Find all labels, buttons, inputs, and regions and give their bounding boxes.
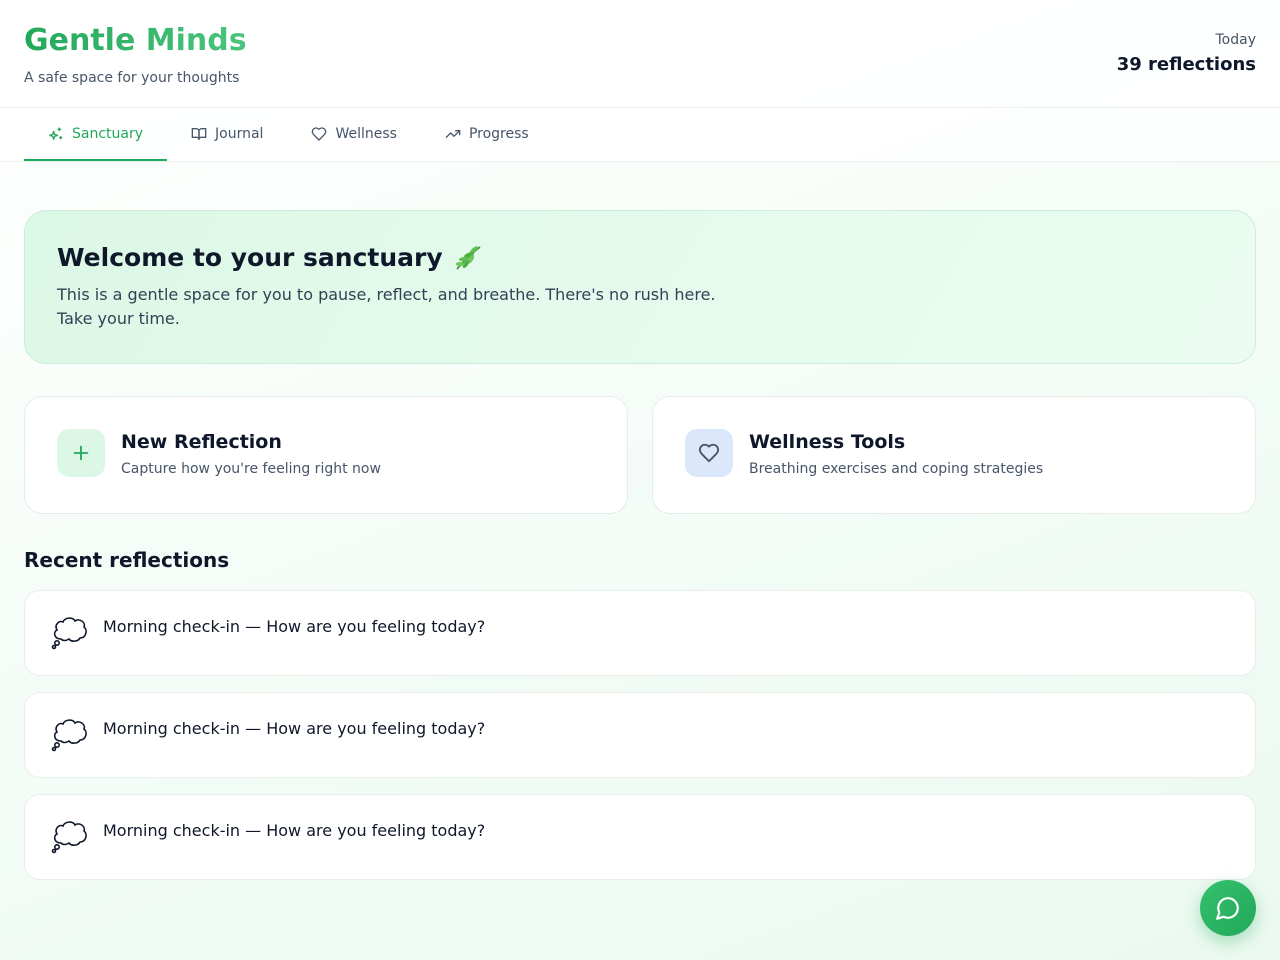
quick-actions: New Reflection Capture how you're feelin…	[24, 396, 1256, 514]
welcome-banner: Welcome to your sanctuary This is a gent…	[24, 210, 1256, 364]
card-title: New Reflection	[121, 431, 282, 453]
tab-sanctuary[interactable]: Sanctuary	[24, 108, 168, 161]
chat-bubble-icon	[1216, 897, 1239, 920]
card-title: Wellness Tools	[749, 431, 906, 453]
welcome-heading: Welcome to your sanctuary	[57, 243, 1223, 273]
tab-label: Wellness	[335, 125, 397, 142]
recent-reflections-list: Morning check-in — How are you feeling t…	[24, 590, 1256, 880]
reflection-text: Morning check-in — How are you feeling t…	[103, 719, 486, 738]
tab-label: Journal	[215, 125, 264, 142]
tab-progress[interactable]: Progress	[421, 108, 553, 161]
leaf-icon	[455, 246, 481, 270]
chat-button[interactable]	[1200, 880, 1256, 936]
welcome-title: Welcome to your sanctuary	[57, 243, 443, 272]
card-description: Breathing exercises and coping strategie…	[749, 461, 1044, 477]
thought-bubble-icon	[51, 719, 87, 752]
heart-icon	[698, 443, 720, 463]
reflection-item[interactable]: Morning check-in — How are you feeling t…	[24, 794, 1256, 880]
card-description: Capture how you're feeling right now	[121, 461, 381, 477]
tab-wellness[interactable]: Wellness	[287, 108, 421, 161]
recent-reflections-heading: Recent reflections	[24, 548, 230, 572]
plus-icon	[73, 445, 89, 461]
app-title: Gentle Minds	[24, 23, 247, 58]
reflection-text: Morning check-in — How are you feeling t…	[103, 617, 486, 636]
wellness-tools-card[interactable]: Wellness Tools Breathing exercises and c…	[652, 396, 1256, 514]
app-subtitle: A safe space for your thoughts	[24, 70, 240, 86]
reflection-text: Morning check-in — How are you feeling t…	[103, 821, 486, 840]
heart-icon	[312, 126, 327, 141]
main-content: Welcome to your sanctuary This is a gent…	[0, 162, 1280, 880]
card-body: Wellness Tools Breathing exercises and c…	[749, 429, 1043, 477]
stats-label: Today	[1215, 32, 1257, 48]
thought-bubble-icon	[51, 617, 87, 650]
tab-journal[interactable]: Journal	[167, 108, 287, 161]
wellness-tools-icon-box	[685, 429, 733, 477]
book-open-icon	[191, 127, 207, 140]
today-stats: Today 39 reflections	[1117, 24, 1256, 75]
tab-label: Sanctuary	[72, 125, 144, 142]
tab-bar: Sanctuary Journal Wellness Progress	[0, 108, 1280, 162]
welcome-text: This is a gentle space for you to pause,…	[57, 285, 716, 328]
brand: Gentle Minds A safe space for your thoug…	[24, 23, 247, 87]
reflection-count: 39 reflections	[1116, 54, 1256, 75]
trending-up-icon	[445, 129, 461, 138]
app-header: Gentle Minds A safe space for your thoug…	[0, 0, 1280, 108]
tab-label: Progress	[468, 125, 529, 142]
sparkles-icon	[49, 126, 63, 140]
new-reflection-card[interactable]: New Reflection Capture how you're feelin…	[24, 396, 628, 514]
new-reflection-icon-box	[57, 429, 105, 477]
reflection-item[interactable]: Morning check-in — How are you feeling t…	[24, 692, 1256, 778]
reflection-item[interactable]: Morning check-in — How are you feeling t…	[24, 590, 1256, 676]
card-body: New Reflection Capture how you're feelin…	[121, 429, 381, 477]
thought-bubble-icon	[51, 821, 87, 854]
